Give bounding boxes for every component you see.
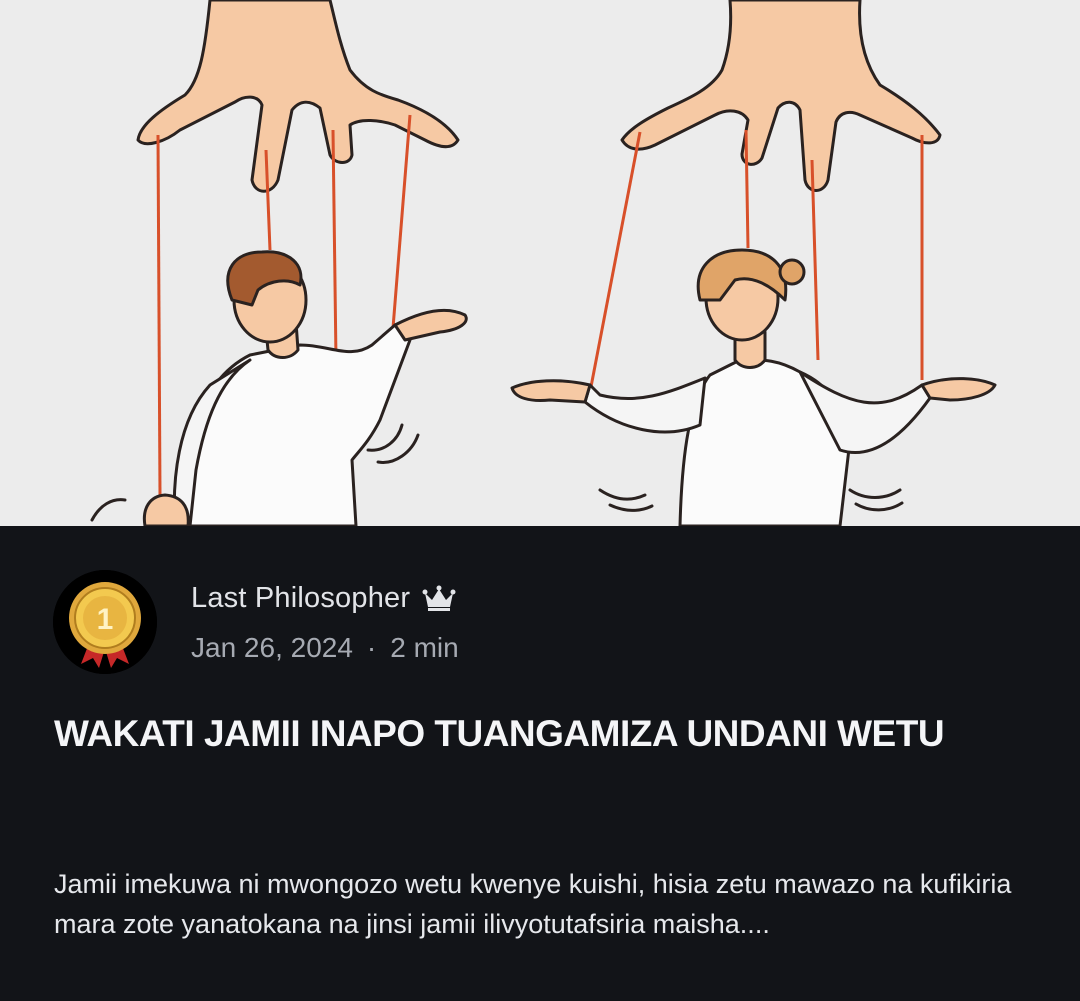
post-title[interactable]: WAKATI JAMII INAPO TUANGAMIZA UNDANI WET… xyxy=(54,704,1014,764)
post-excerpt[interactable]: Jamii imekuwa ni mwongozo wetu kwenye ku… xyxy=(54,864,1034,944)
post-card-page: 1 Last Philosopher Jan 26, 2024 · 2 min … xyxy=(0,0,1080,1001)
crown-icon xyxy=(422,583,456,613)
cover-image[interactable] xyxy=(0,0,1080,526)
post-meta: Jan 26, 2024 · 2 min xyxy=(191,628,459,668)
author-name[interactable]: Last Philosopher xyxy=(191,582,410,615)
post-date: Jan 26, 2024 xyxy=(191,632,353,663)
author-row: Last Philosopher xyxy=(191,578,456,618)
medal-number: 1 xyxy=(97,603,114,636)
post-card[interactable]: 1 Last Philosopher Jan 26, 2024 · 2 min … xyxy=(0,526,1080,1001)
meta-separator: · xyxy=(366,632,377,663)
read-time: 2 min xyxy=(390,632,459,663)
gold-medal-icon: 1 xyxy=(53,570,157,674)
puppet-illustration xyxy=(0,0,1080,526)
author-avatar[interactable]: 1 xyxy=(53,570,157,674)
